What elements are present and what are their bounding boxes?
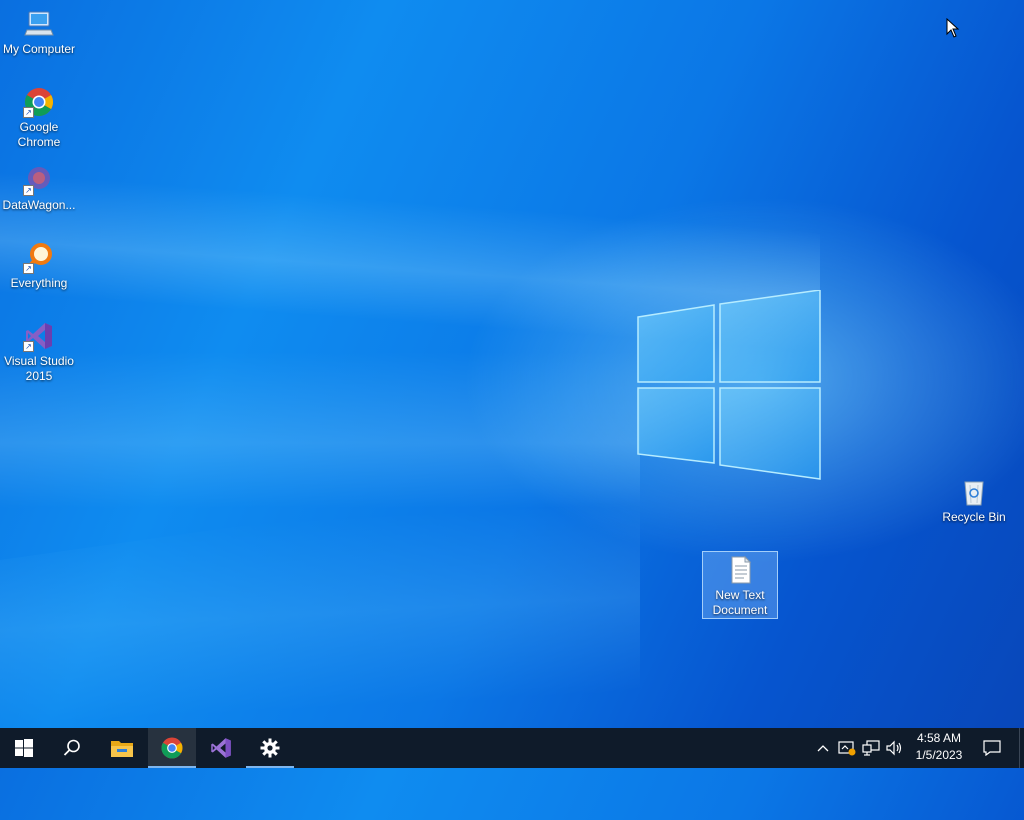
chrome-icon <box>161 737 183 759</box>
visual-studio-icon <box>211 738 231 758</box>
tray-security[interactable] <box>836 728 858 768</box>
taskbar-chrome[interactable] <box>148 728 196 768</box>
system-clock[interactable]: 4:58 AM 1/5/2023 <box>906 730 972 766</box>
taskbar-settings[interactable] <box>246 728 294 768</box>
chevron-up-icon <box>817 745 829 752</box>
shortcut-arrow-icon: ↗ <box>23 263 34 274</box>
windows-logo-wallpaper <box>637 290 821 480</box>
desktop-icon-label: Visual Studio 2015 <box>4 354 74 383</box>
everything-search-icon: ↗ <box>23 242 55 274</box>
show-desktop-button[interactable] <box>1019 728 1024 768</box>
text-document-icon <box>724 554 756 586</box>
desktop-icon-visual-studio[interactable]: ↗ Visual Studio 2015 <box>1 320 77 384</box>
recycle-bin-icon <box>958 476 990 508</box>
tray-volume[interactable] <box>884 728 906 768</box>
desktop-icon-label: New Text Document <box>712 588 768 617</box>
show-hidden-icons-button[interactable] <box>812 728 834 768</box>
desktop-icon-google-chrome[interactable]: ↗ Google Chrome <box>1 86 77 150</box>
security-warning-icon <box>838 741 856 756</box>
desktop-icon-new-text-document[interactable]: New Text Document <box>702 551 778 619</box>
search-button[interactable] <box>48 728 96 768</box>
start-button[interactable] <box>0 728 48 768</box>
desktop-icon-my-computer[interactable]: My Computer <box>1 8 77 57</box>
gear-icon <box>260 738 280 758</box>
windows-start-icon <box>15 739 33 757</box>
shortcut-arrow-icon: ↗ <box>23 107 34 118</box>
volume-icon <box>886 740 902 756</box>
computer-icon <box>23 8 55 40</box>
desktop-icon-label: Everything <box>10 276 68 290</box>
shortcut-arrow-icon: ↗ <box>23 185 34 196</box>
desktop-icon-label: My Computer <box>2 42 76 56</box>
taskbar: 4:58 AM 1/5/2023 <box>0 728 1024 768</box>
desktop-icon-everything[interactable]: ↗ Everything <box>1 242 77 291</box>
light-beam <box>0 300 640 560</box>
notification-icon <box>983 740 1001 756</box>
mouse-cursor-icon <box>946 18 960 38</box>
clock-date: 1/5/2023 <box>915 748 963 762</box>
desktop-icon-recycle-bin[interactable]: Recycle Bin <box>936 476 1012 525</box>
tray-network[interactable] <box>860 728 882 768</box>
search-icon <box>63 739 80 756</box>
shortcut-arrow-icon: ↗ <box>23 341 34 352</box>
desktop-icon-label: DataWagon... <box>2 198 76 212</box>
chrome-icon: ↗ <box>23 86 55 118</box>
visual-studio-icon: ↗ <box>23 320 55 352</box>
desktop-icon-label: Google Chrome <box>17 120 61 149</box>
taskbar-visual-studio[interactable] <box>197 728 245 768</box>
taskbar-file-explorer[interactable] <box>98 728 146 768</box>
folder-icon <box>111 741 133 757</box>
desktop-icon-label: Recycle Bin <box>942 510 1006 524</box>
action-center-button[interactable] <box>976 728 1008 768</box>
network-icon <box>862 740 880 756</box>
desktop-icon-datawagon[interactable]: ↗ DataWagon... <box>1 164 77 213</box>
clock-time: 4:58 AM <box>916 731 962 745</box>
datawagon-icon: ↗ <box>23 164 55 196</box>
